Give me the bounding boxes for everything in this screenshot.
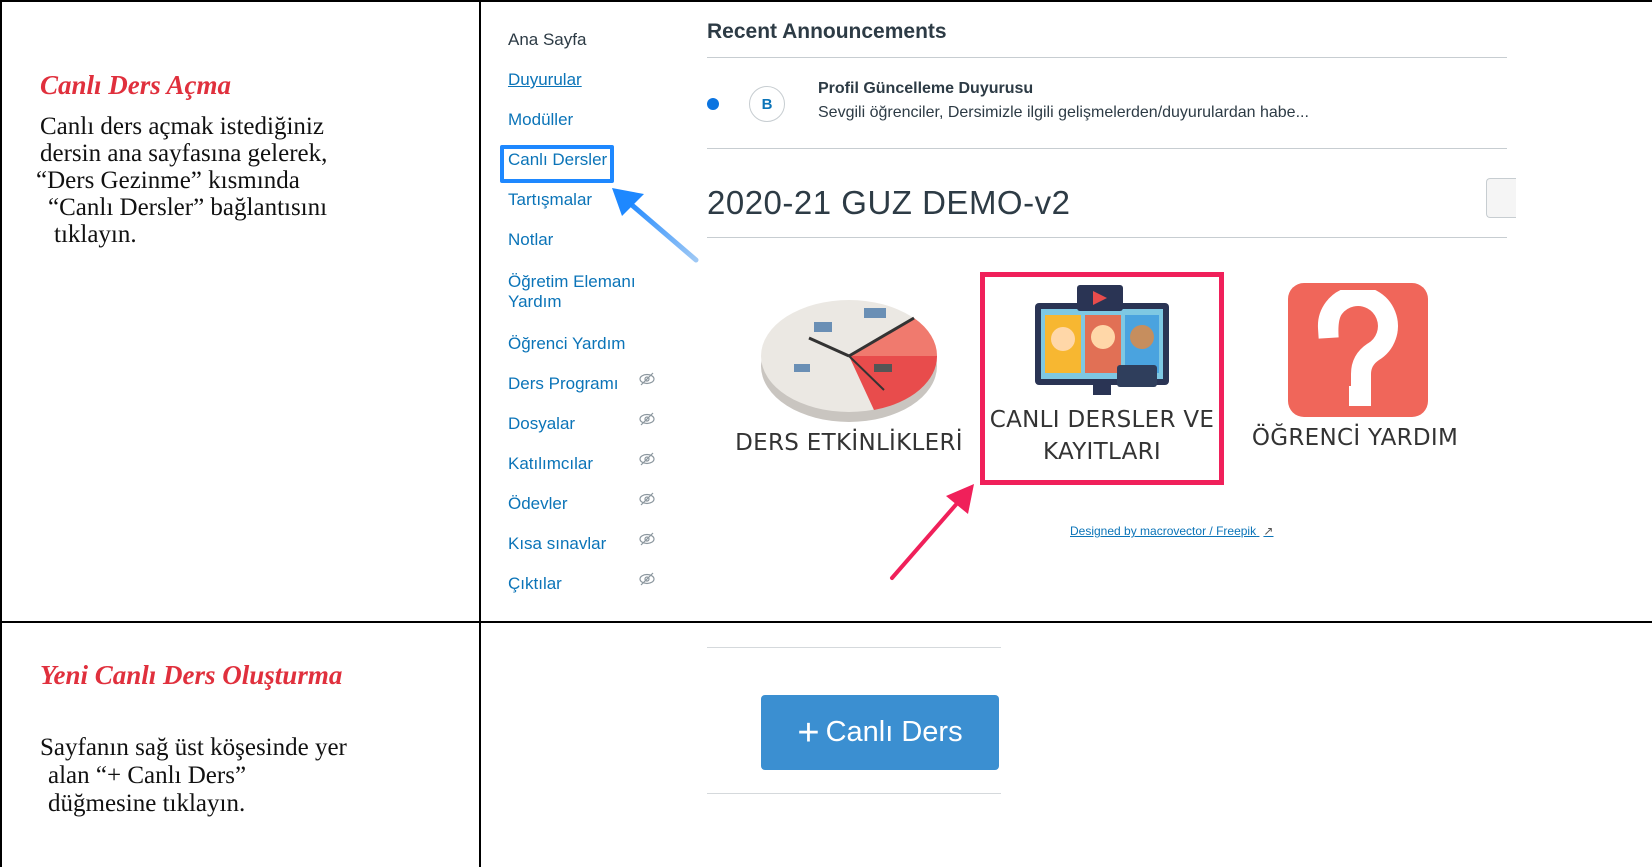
question-icon <box>1288 283 1428 417</box>
nav-item-duyurular[interactable]: Duyurular <box>508 70 582 90</box>
nav-item-label: Modüller <box>508 110 574 129</box>
divider <box>707 793 1001 794</box>
nav-item-label: Tartışmalar <box>508 190 593 209</box>
divider <box>707 57 1507 58</box>
nav-item-ogrenci-yardim[interactable]: Öğrenci Yardım <box>508 334 625 354</box>
eye-slash-icon <box>639 572 655 586</box>
nav-item-label: Dosyalar <box>508 414 576 433</box>
tile-label: ÖĞRENCİ YARDIM <box>1251 425 1459 451</box>
step1-line: Canlı ders açmak istediğiniz <box>40 113 324 140</box>
nav-item-moduller[interactable]: Modüller <box>508 110 573 130</box>
step1-line: tıklayın. <box>54 221 137 248</box>
eye-slash-icon <box>639 532 655 546</box>
eye-slash-icon <box>639 492 655 506</box>
announcement-preview: Sevgili öğrenciler, Dersimizle ilgili ge… <box>818 104 1309 121</box>
clock-office-icon <box>761 300 938 422</box>
table-border-left <box>0 0 2 867</box>
document-table: Canlı Ders Açma Canlı ders açmak istediğ… <box>0 0 1652 867</box>
options-button[interactable] <box>1486 178 1516 218</box>
table-border-divider <box>479 0 481 867</box>
table-border-middle <box>0 621 1652 623</box>
nav-item-label: Ana Sayfa <box>508 30 587 49</box>
step2-line: alan “+ Canlı Ders” <box>48 762 247 789</box>
announcement-title-link[interactable]: Profil Güncelleme Duyurusu <box>818 80 1033 98</box>
tile-ogrenci-yardim[interactable]: ÖĞRENCİ YARDIM <box>1240 280 1470 470</box>
step1-line: “Canlı Dersler” bağlantısını <box>48 194 328 221</box>
pink-arrow-icon <box>890 484 974 580</box>
nav-item-label: Ödevler <box>508 494 568 513</box>
external-link-icon: ↗ <box>1263 524 1274 538</box>
step1-line: dersin ana sayfasına gelerek, <box>40 140 328 167</box>
nav-item-label: Ders Programı <box>508 374 619 393</box>
step2-title: Yeni Canlı Ders Oluşturma <box>40 660 343 690</box>
nav-item-label: Katılımcılar <box>508 454 594 473</box>
divider <box>707 647 1001 648</box>
table-border-top <box>0 0 1652 2</box>
nav-item-label-line2: Yardım <box>508 292 562 311</box>
step2-line: Sayfanın sağ üst köşesinde yer <box>40 734 347 761</box>
add-live-class-button[interactable]: + Canlı Ders <box>761 695 999 770</box>
divider <box>707 148 1507 149</box>
nav-item-label: Öğrenci Yardım <box>508 334 626 353</box>
highlight-canli-dersler-tile <box>980 272 1224 485</box>
avatar: B <box>749 86 785 122</box>
add-live-class-label: Canlı Ders <box>825 716 963 748</box>
freepik-credit-text: Designed by macrovector / Freepik <box>1070 524 1257 538</box>
step1-title: Canlı Ders Açma <box>40 70 232 100</box>
step2-line: düğmesine tıklayın. <box>48 790 246 817</box>
nav-item-label: Çıktılar <box>508 574 562 593</box>
divider <box>707 237 1507 238</box>
freepik-credit-link[interactable]: Designed by macrovector / Freepik ↗ <box>1070 524 1273 538</box>
eye-slash-icon <box>639 372 655 386</box>
plus-icon: + <box>797 711 820 754</box>
course-title: 2020-21 GUZ DEMO-v2 <box>707 184 1071 221</box>
announcements-title: Recent Announcements <box>707 20 947 43</box>
tile-label: DERS ETKİNLİKLERİ <box>735 430 963 456</box>
step1-text: Canlı ders açmak istediğiniz dersin ana … <box>36 113 328 248</box>
unread-dot <box>707 98 719 110</box>
blue-arrow-icon <box>612 188 699 263</box>
highlight-canli-dersler <box>500 145 614 183</box>
eye-slash-icon <box>639 412 655 426</box>
tile-ders-etkinlikleri[interactable]: DERS ETKİNLİKLERİ <box>706 290 976 470</box>
nav-item-ogretim-elemani-yardim[interactable]: Öğretim Elemanı Yardım <box>508 272 636 312</box>
eye-slash-icon <box>639 452 655 466</box>
nav-item-tartismalar[interactable]: Tartışmalar <box>508 190 592 210</box>
step1-line: “Ders Gezinme” kısmında <box>36 167 300 194</box>
nav-item-label: Kısa sınavlar <box>508 534 607 553</box>
nav-item-ana-sayfa[interactable]: Ana Sayfa <box>508 30 586 50</box>
nav-item-label: Duyurular <box>508 70 582 89</box>
nav-item-notlar[interactable]: Notlar <box>508 230 553 250</box>
step2-text: Sayfanın sağ üst köşesinde yer alan “+ C… <box>40 734 347 818</box>
nav-item-label: Notlar <box>508 230 554 249</box>
nav-item-label: Öğretim Elemanı <box>508 272 636 291</box>
